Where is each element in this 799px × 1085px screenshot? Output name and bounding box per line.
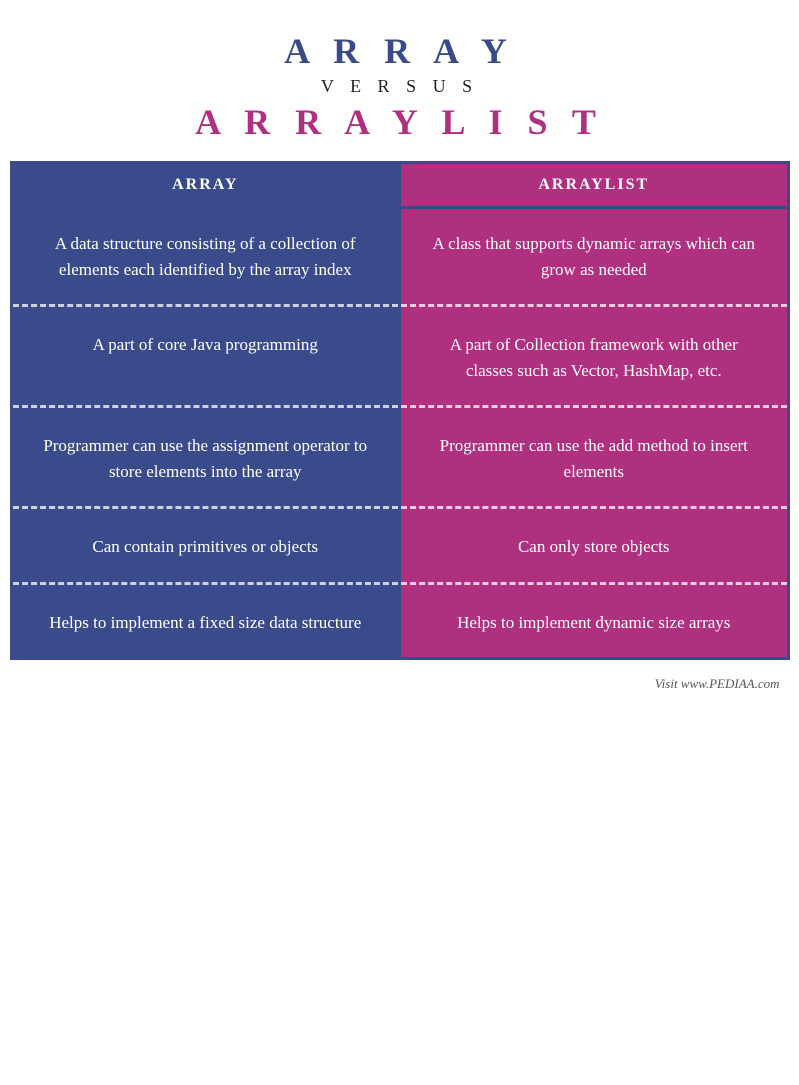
arraylist-cell-2: Programmer can use the add method to ins… [401, 411, 787, 506]
table-row: A data structure consisting of a collect… [13, 209, 787, 304]
table-row: Can contain primitives or objects Can on… [13, 512, 787, 582]
array-cell-0: A data structure consisting of a collect… [13, 209, 402, 304]
array-cell-2: Programmer can use the assignment operat… [13, 411, 402, 506]
page-header: A R R A Y V E R S U S A R R A Y L I S T [175, 0, 624, 161]
title-versus: V E R S U S [195, 76, 604, 97]
arraylist-column-header: ARRAYLIST [401, 164, 787, 206]
arraylist-cell-3: Can only store objects [401, 512, 787, 582]
array-cell-4: Helps to implement a fixed size data str… [13, 588, 402, 658]
footer-text: Visit www.PEDIAA.com [655, 676, 780, 691]
array-column-header: ARRAY [13, 164, 402, 206]
comparison-table: ARRAY ARRAYLIST A data structure consist… [10, 161, 790, 660]
footer: Visit www.PEDIAA.com [10, 670, 790, 698]
title-arraylist: A R R A Y L I S T [195, 101, 604, 143]
array-cell-1: A part of core Java programming [13, 310, 402, 405]
column-headers: ARRAY ARRAYLIST [13, 164, 787, 209]
arraylist-cell-0: A class that supports dynamic arrays whi… [401, 209, 787, 304]
title-array: A R R A Y [195, 30, 604, 72]
arraylist-cell-4: Helps to implement dynamic size arrays [401, 588, 787, 658]
arraylist-cell-1: A part of Collection framework with othe… [401, 310, 787, 405]
array-cell-3: Can contain primitives or objects [13, 512, 402, 582]
table-row: A part of core Java programming A part o… [13, 310, 787, 405]
table-row: Programmer can use the assignment operat… [13, 411, 787, 506]
table-row: Helps to implement a fixed size data str… [13, 588, 787, 658]
